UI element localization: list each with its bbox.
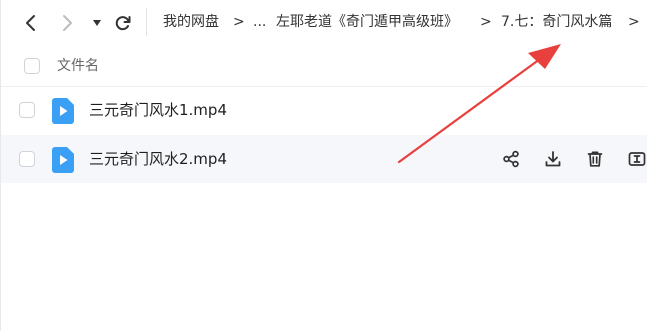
column-header-filename[interactable]: 文件名 — [57, 57, 99, 75]
file-name[interactable]: 三元奇门风水1.mp4 — [89, 100, 227, 120]
video-file-icon — [52, 147, 74, 173]
download-icon[interactable] — [543, 149, 563, 169]
delete-icon[interactable] — [585, 149, 605, 169]
share-icon[interactable] — [501, 149, 521, 169]
breadcrumb-item-ellipsis[interactable]: ... — [253, 13, 266, 31]
rename-icon[interactable] — [627, 149, 647, 169]
select-all-checkbox[interactable] — [24, 58, 40, 74]
breadcrumb-separator: > — [480, 14, 492, 30]
breadcrumb-separator: > — [233, 14, 245, 30]
breadcrumb-item-current[interactable]: 7.七：奇门风水篇 — [501, 13, 612, 31]
navigation-bar: 我的网盘 > ... 左耶老道《奇门遁甲高级班》 > 7.七：奇门风水篇 > — [0, 0, 647, 46]
video-file-icon — [52, 98, 74, 124]
breadcrumb-separator: > — [628, 14, 640, 30]
row-checkbox[interactable] — [19, 151, 35, 167]
file-row[interactable]: 三元奇门风水2.mp4 — [1, 135, 647, 183]
file-list-header: 文件名 — [1, 46, 647, 87]
breadcrumb-item-root[interactable]: 我的网盘 — [163, 13, 219, 31]
breadcrumb-item-course[interactable]: 左耶老道《奇门遁甲高级班》 — [276, 13, 458, 31]
breadcrumb: 我的网盘 > ... 左耶老道《奇门遁甲高级班》 > 7.七：奇门风水篇 > — [0, 0, 647, 46]
file-name[interactable]: 三元奇门风水2.mp4 — [89, 149, 227, 169]
file-row[interactable]: 三元奇门风水1.mp4 — [1, 86, 647, 134]
row-checkbox[interactable] — [19, 102, 35, 118]
